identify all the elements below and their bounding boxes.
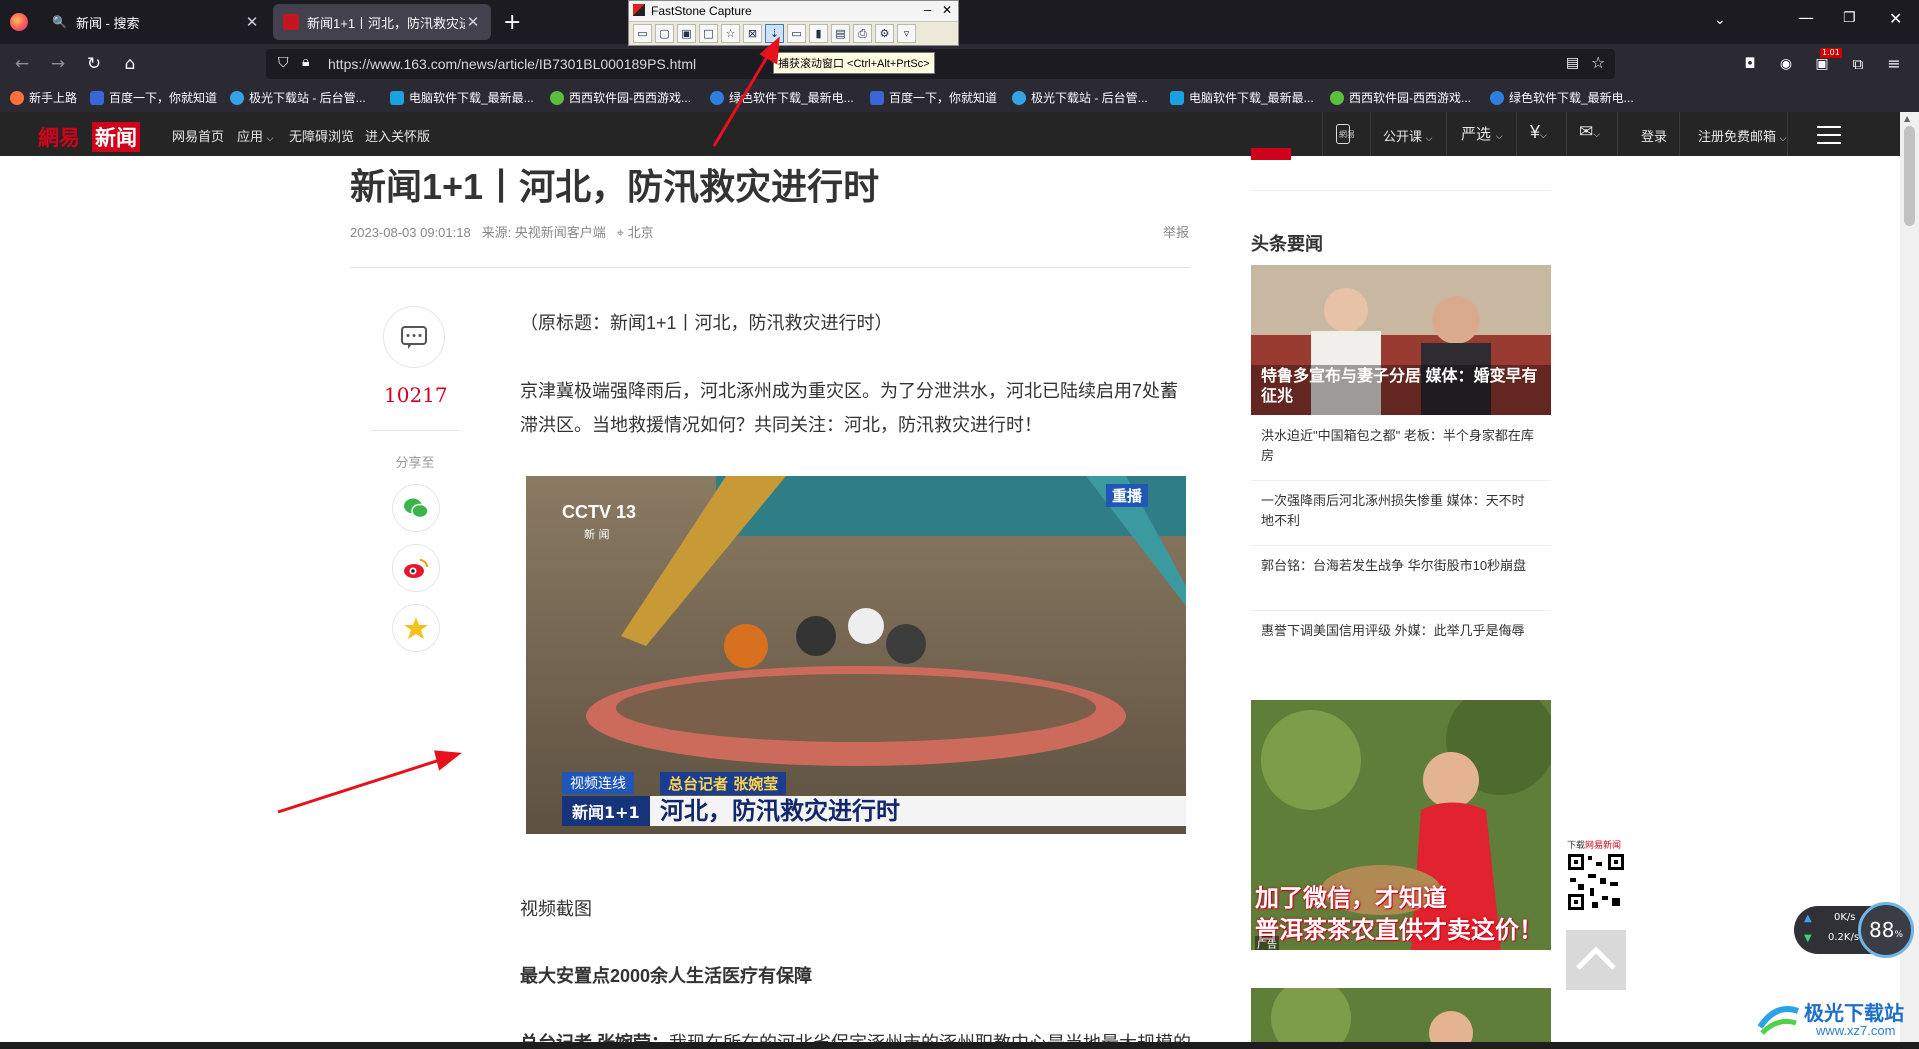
- annotation-arrows: [277, 36, 780, 814]
- jiguang-logo-icon: [1757, 1006, 1800, 1035]
- watermark-url: www.xz7.com: [1816, 1023, 1896, 1038]
- annotation-arrowhead: [434, 750, 462, 771]
- jiguang-watermark: 极光下载站 www.xz7.com: [1756, 995, 1916, 1045]
- watermark-name: 极光下载站: [1804, 1003, 1904, 1025]
- taskbar-edge: [0, 1042, 1919, 1049]
- annotation-arrow-page: [277, 756, 447, 814]
- annotation-arrow-toolbar: [712, 51, 772, 147]
